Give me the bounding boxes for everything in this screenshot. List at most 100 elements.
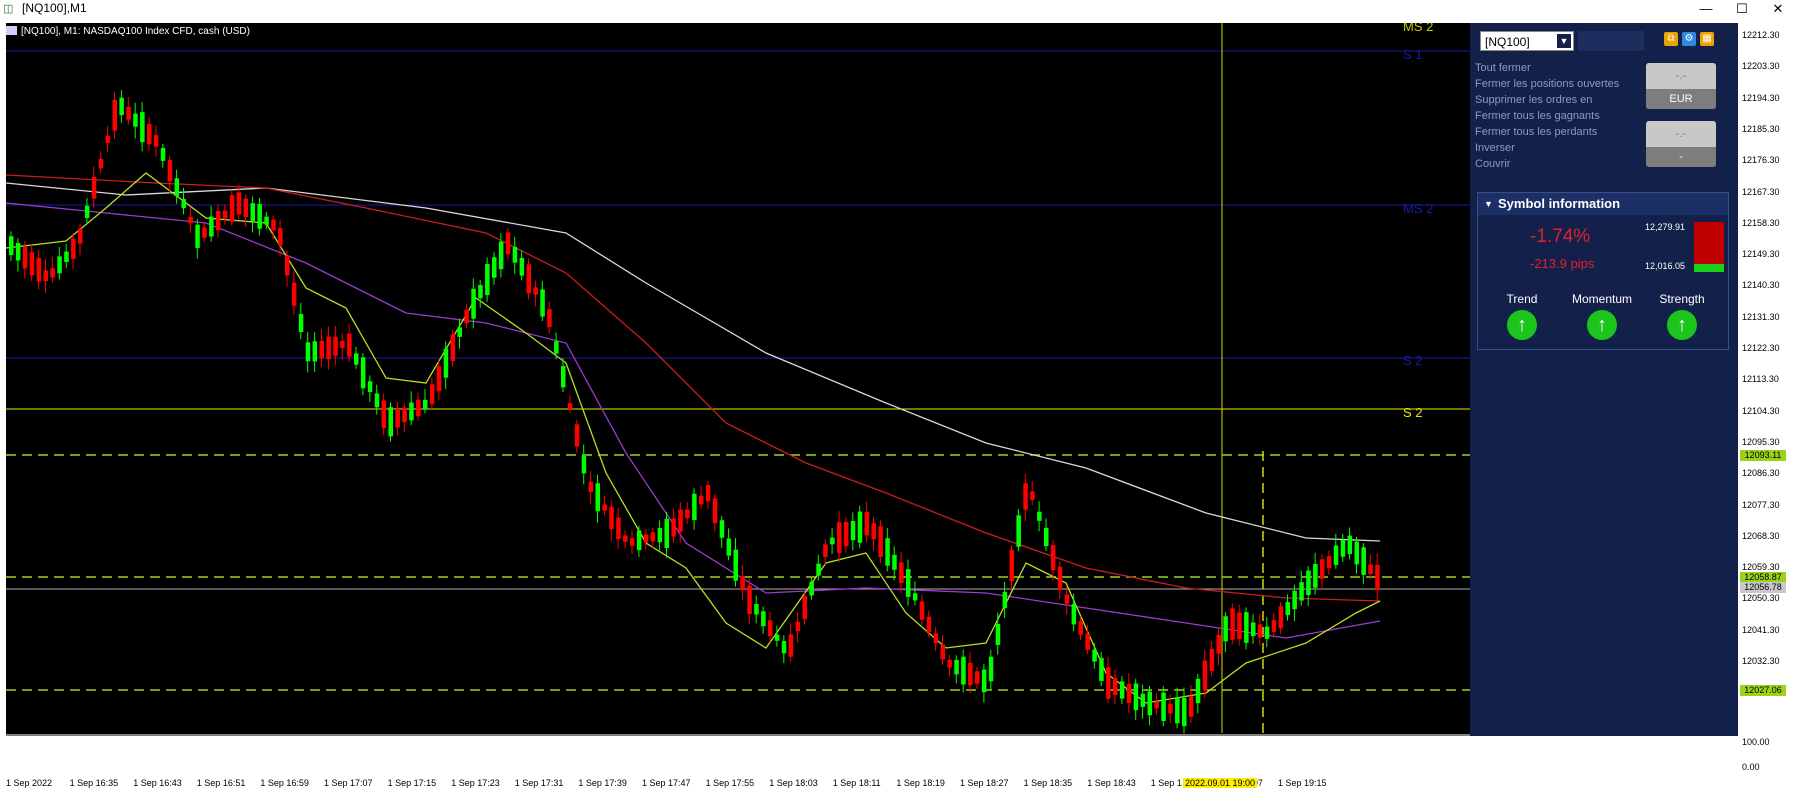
candle-body <box>623 535 628 542</box>
candle-body <box>222 210 228 219</box>
candle-body <box>705 484 711 502</box>
sell-button-price: -.- <box>1646 121 1716 147</box>
candle-body <box>1071 603 1077 625</box>
maximize-button[interactable]: ☐ <box>1726 0 1758 18</box>
candle-body <box>1223 616 1228 642</box>
candle-body <box>319 340 324 359</box>
time-axis-label: 1 Sep 19:15 <box>1278 778 1327 788</box>
symbol-info-header[interactable]: ▼ Symbol information <box>1478 193 1728 215</box>
time-axis-label: 1 Sep 16:35 <box>69 778 119 788</box>
candle-body <box>581 456 587 474</box>
candle-body <box>837 522 842 553</box>
candle-body <box>195 224 200 248</box>
time-axis-label: 1 Sep 18:27 <box>960 778 1009 788</box>
calculator-icon[interactable]: ▦ <box>1700 32 1714 46</box>
time-axis-label: 1 Sep 18:19 <box>896 778 945 788</box>
minimize-button[interactable]: — <box>1690 0 1722 18</box>
candle-body <box>554 341 559 354</box>
menu-close-open-positions[interactable]: Fermer les positions ouvertes <box>1475 78 1619 90</box>
price-axis-label: 12122.30 <box>1742 343 1780 353</box>
menu-close-losers[interactable]: Fermer tous les perdants <box>1475 126 1597 138</box>
gear-icon[interactable]: ⚙ <box>1682 32 1696 46</box>
candle-body <box>1306 570 1311 596</box>
candle-body <box>147 123 152 145</box>
candle-body <box>374 393 380 408</box>
price-axis-label: 12176.30 <box>1742 155 1780 166</box>
candle-body <box>264 216 269 225</box>
rsi-label: RSI(14) 54.27 <box>8 740 71 751</box>
candle-body <box>50 268 55 278</box>
candle-body <box>816 563 821 576</box>
change-pips: -213.9 pips <box>1530 256 1595 271</box>
candle-body <box>1126 683 1132 704</box>
candle-body <box>595 483 600 512</box>
candle-body <box>995 624 1001 645</box>
rsi-axis-max: 100.00 <box>1742 737 1770 747</box>
price-axis-label: 12140.30 <box>1742 280 1780 291</box>
lot-input[interactable] <box>1578 31 1644 51</box>
close-button[interactable]: ✕ <box>1762 0 1794 18</box>
menu-hedge[interactable]: Couvrir <box>1475 158 1510 170</box>
candle-body <box>209 216 214 237</box>
price-axis-label: 12158.30 <box>1742 217 1780 228</box>
candle-body <box>678 509 683 532</box>
chart-header: [NQ100], M1: NASDAQ100 Index CFD, cash (… <box>6 26 250 37</box>
candle-body <box>733 549 738 581</box>
candle-body <box>650 532 656 542</box>
candle-body <box>519 257 525 276</box>
buy-button-currency: EUR <box>1646 89 1716 109</box>
buy-button[interactable]: -.- EUR <box>1646 63 1716 109</box>
menu-delete-orders[interactable]: Supprimer les ordres en <box>1475 94 1592 106</box>
price-axis-label: 12167.30 <box>1742 186 1780 197</box>
symbol-select[interactable]: [NQ100] ▼ <box>1480 31 1574 51</box>
menu-reverse[interactable]: Inverser <box>1475 142 1515 154</box>
collapse-triangle-icon[interactable]: ▼ <box>1484 193 1493 215</box>
time-axis-label: 1 Sep 16:59 <box>260 778 309 788</box>
candle-body <box>257 204 262 229</box>
candle-body <box>1085 633 1090 650</box>
price-chart[interactable]: MS 2 S 1 MS 2 S 2 S 2 <box>6 23 1471 736</box>
candle-body <box>1271 619 1277 632</box>
candle-body <box>567 403 573 410</box>
copy-icon[interactable]: ⧉ <box>1664 32 1678 46</box>
candle-body <box>540 289 545 317</box>
level-label-s2-yellow: S 2 <box>1403 405 1423 420</box>
price-chart-canvas[interactable]: MS 2 S 1 MS 2 S 2 S 2 <box>6 23 1471 736</box>
candle-body <box>278 228 283 246</box>
candle-body <box>1326 556 1332 569</box>
sell-button[interactable]: -.- - <box>1646 121 1716 167</box>
chevron-down-icon[interactable]: ▼ <box>1557 34 1571 48</box>
candle-body <box>340 340 345 349</box>
candle-body <box>381 400 387 428</box>
menu-close-all[interactable]: Tout fermer <box>1475 62 1531 74</box>
candle-body <box>1106 667 1111 699</box>
menu-close-winners[interactable]: Fermer tous les gagnants <box>1475 110 1600 122</box>
time-axis-label: 1 Sep 18:43 <box>1087 778 1136 788</box>
candle-body <box>664 518 669 548</box>
candle-body <box>1037 511 1042 521</box>
candle-body <box>871 523 876 540</box>
candle-body <box>423 399 428 410</box>
trend-label: Trend <box>1506 292 1538 306</box>
price-axis-label: 12149.30 <box>1742 249 1780 260</box>
candle-body <box>305 342 311 362</box>
candle-body <box>457 327 462 337</box>
time-axis-label: 1 Sep 17:23 <box>451 778 500 788</box>
candle-body <box>1002 591 1008 609</box>
candle-body <box>1237 612 1242 640</box>
candle-body <box>464 310 469 324</box>
candle-body <box>850 521 856 541</box>
ma-white <box>6 182 1381 542</box>
price-axis-label: 12077.30 <box>1742 499 1780 510</box>
change-percent: -1.74% <box>1530 226 1591 247</box>
chart-app-icon: ◫ <box>3 3 14 15</box>
candle-body <box>1278 606 1284 629</box>
sell-button-value: - <box>1646 147 1716 167</box>
candle-body <box>84 205 90 218</box>
candle-body <box>29 252 35 276</box>
candle-body <box>740 576 745 591</box>
price-axis-label: 12203.30 <box>1742 61 1780 72</box>
candle-body <box>947 659 952 668</box>
candle-body <box>1044 527 1049 547</box>
candle-body <box>15 242 21 261</box>
